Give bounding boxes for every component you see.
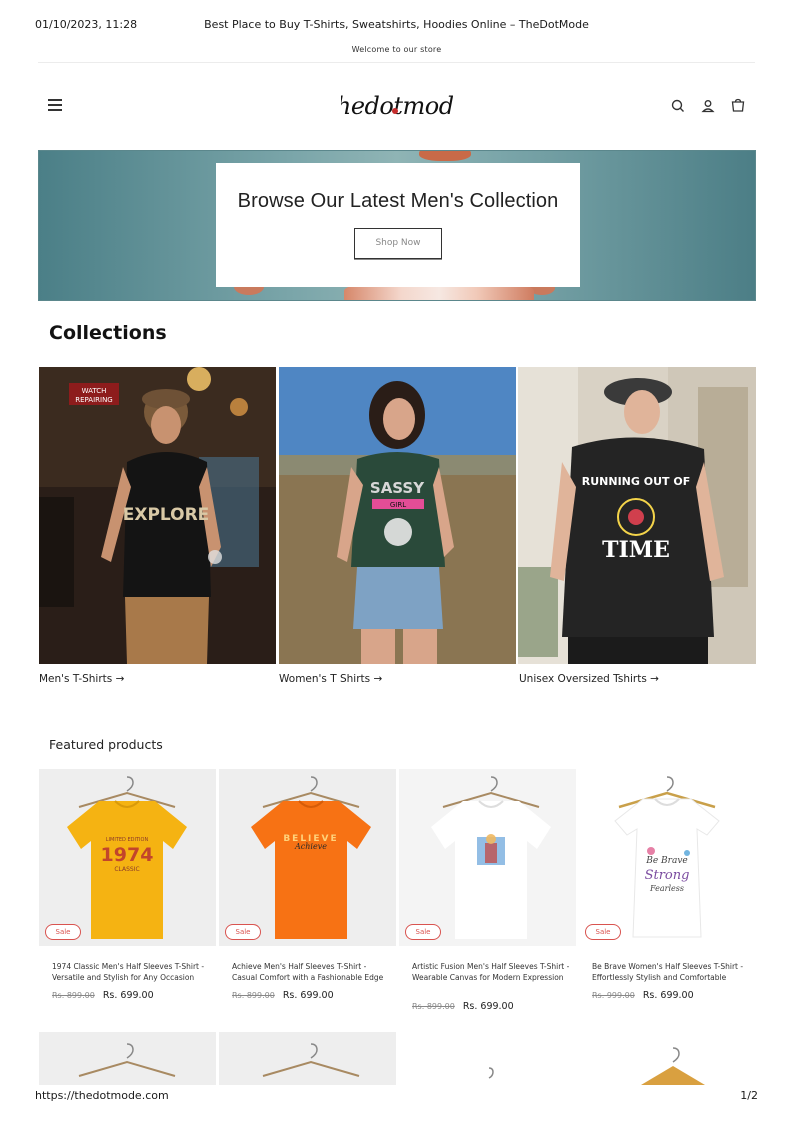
sale-badge: Sale (225, 924, 261, 940)
product-image[interactable] (399, 769, 576, 946)
product-name[interactable]: Be Brave Women's Half Sleeves T-Shirt - … (592, 962, 752, 983)
menu-icon[interactable] (48, 99, 62, 111)
sale-badge: Sale (45, 924, 81, 940)
product-compare-price: Rs. 899.00 (412, 1002, 455, 1011)
hero-heading: Browse Our Latest Men's Collection (237, 190, 559, 212)
mens-collection-image: WATCH REPAIRING EXPLORE (39, 367, 276, 664)
product-sale-price: Rs. 699.00 (282, 990, 334, 1001)
unisex-collection-image: RUNNING OUT OF TIME (518, 367, 756, 664)
product-sale-price: Rs. 699.00 (102, 990, 154, 1001)
site-logo[interactable]: thedotmode (341, 82, 453, 126)
product-price: Rs. 899.00 Rs. 699.00 (52, 990, 154, 1001)
collections-title: Collections (49, 322, 167, 344)
print-url: https://thedotmode.com (35, 1089, 169, 1102)
product-print-text: Be Brave (645, 856, 688, 866)
collection-link-mens[interactable]: Men's T-Shirts → (39, 673, 124, 685)
svg-text:REPAIRING: REPAIRING (75, 396, 113, 404)
product-image[interactable] (39, 1032, 216, 1085)
product-compare-price: Rs. 999.00 (592, 991, 635, 1000)
mens-shirt-print: EXPLORE (123, 505, 210, 525)
product-compare-price: Rs. 899.00 (52, 991, 95, 1000)
sale-badge: Sale (405, 924, 441, 940)
product-print-text: 1974 (101, 844, 154, 866)
svg-text:TIME: TIME (602, 537, 670, 563)
product-name[interactable]: 1974 Classic Men's Half Sleeves T-Shirt … (52, 962, 212, 983)
product-name[interactable]: Achieve Men's Half Sleeves T-Shirt - Cas… (232, 962, 392, 983)
collection-card-unisex[interactable]: RUNNING OUT OF TIME (518, 367, 756, 664)
divider (38, 62, 755, 63)
collection-link-womens[interactable]: Women's T Shirts → (279, 673, 382, 685)
collection-card-womens[interactable]: SASSY GIRL (279, 367, 516, 664)
hero-content-box: Browse Our Latest Men's Collection Shop … (216, 163, 580, 287)
product-sale-price: Rs. 699.00 (462, 1001, 514, 1012)
svg-text:LIMITED EDITION: LIMITED EDITION (106, 837, 149, 843)
svg-text:Achieve: Achieve (294, 842, 327, 851)
womens-shirt-print: SASSY (370, 479, 425, 497)
product-price: Rs. 899.00 Rs. 699.00 (412, 1001, 514, 1012)
unisex-shirt-print: RUNNING OUT OF (582, 475, 690, 488)
search-icon[interactable] (669, 97, 687, 115)
product-image[interactable]: BELIEVE Achieve (219, 769, 396, 946)
announcement-bar: Welcome to our store (351, 45, 442, 54)
collection-link-unisex[interactable]: Unisex Oversized Tshirts → (519, 673, 659, 685)
product-image[interactable] (219, 1032, 396, 1085)
hero-banner: Browse Our Latest Men's Collection Shop … (38, 150, 756, 301)
svg-text:thedotmode: thedotmode (341, 92, 453, 120)
header-icons (669, 97, 747, 115)
svg-text:WATCH: WATCH (82, 387, 107, 395)
product-image[interactable] (579, 1032, 756, 1085)
product-price: Rs. 899.00 Rs. 699.00 (232, 990, 334, 1001)
print-title: Best Place to Buy T-Shirts, Sweatshirts,… (204, 18, 589, 31)
product-image[interactable]: Be Brave Strong Fearless (579, 769, 756, 946)
shop-now-button[interactable]: Shop Now (354, 228, 442, 259)
svg-text:CLASSIC: CLASSIC (114, 866, 139, 873)
print-page-number: 1/2 (740, 1089, 758, 1102)
product-image[interactable] (399, 1032, 576, 1085)
print-header: 01/10/2023, 11:28 Best Place to Buy T-Sh… (35, 18, 758, 34)
collection-card-mens[interactable]: WATCH REPAIRING EXPLORE (39, 367, 276, 664)
svg-text:Fearless: Fearless (649, 884, 684, 893)
cart-icon[interactable] (729, 97, 747, 115)
featured-products-title: Featured products (49, 737, 163, 752)
hero-model-hair (419, 151, 471, 161)
womens-collection-image: SASSY GIRL (279, 367, 516, 664)
product-price: Rs. 999.00 Rs. 699.00 (592, 990, 694, 1001)
product-image[interactable]: LIMITED EDITION 1974 CLASSIC (39, 769, 216, 946)
product-compare-price: Rs. 899.00 (232, 991, 275, 1000)
svg-text:Strong: Strong (645, 868, 690, 883)
sale-badge: Sale (585, 924, 621, 940)
account-icon[interactable] (699, 97, 717, 115)
svg-text:GIRL: GIRL (390, 501, 406, 509)
product-sale-price: Rs. 699.00 (642, 990, 694, 1001)
site-header: thedotmode (38, 80, 755, 132)
product-name[interactable]: Artistic Fusion Men's Half Sleeves T-Shi… (412, 962, 572, 983)
